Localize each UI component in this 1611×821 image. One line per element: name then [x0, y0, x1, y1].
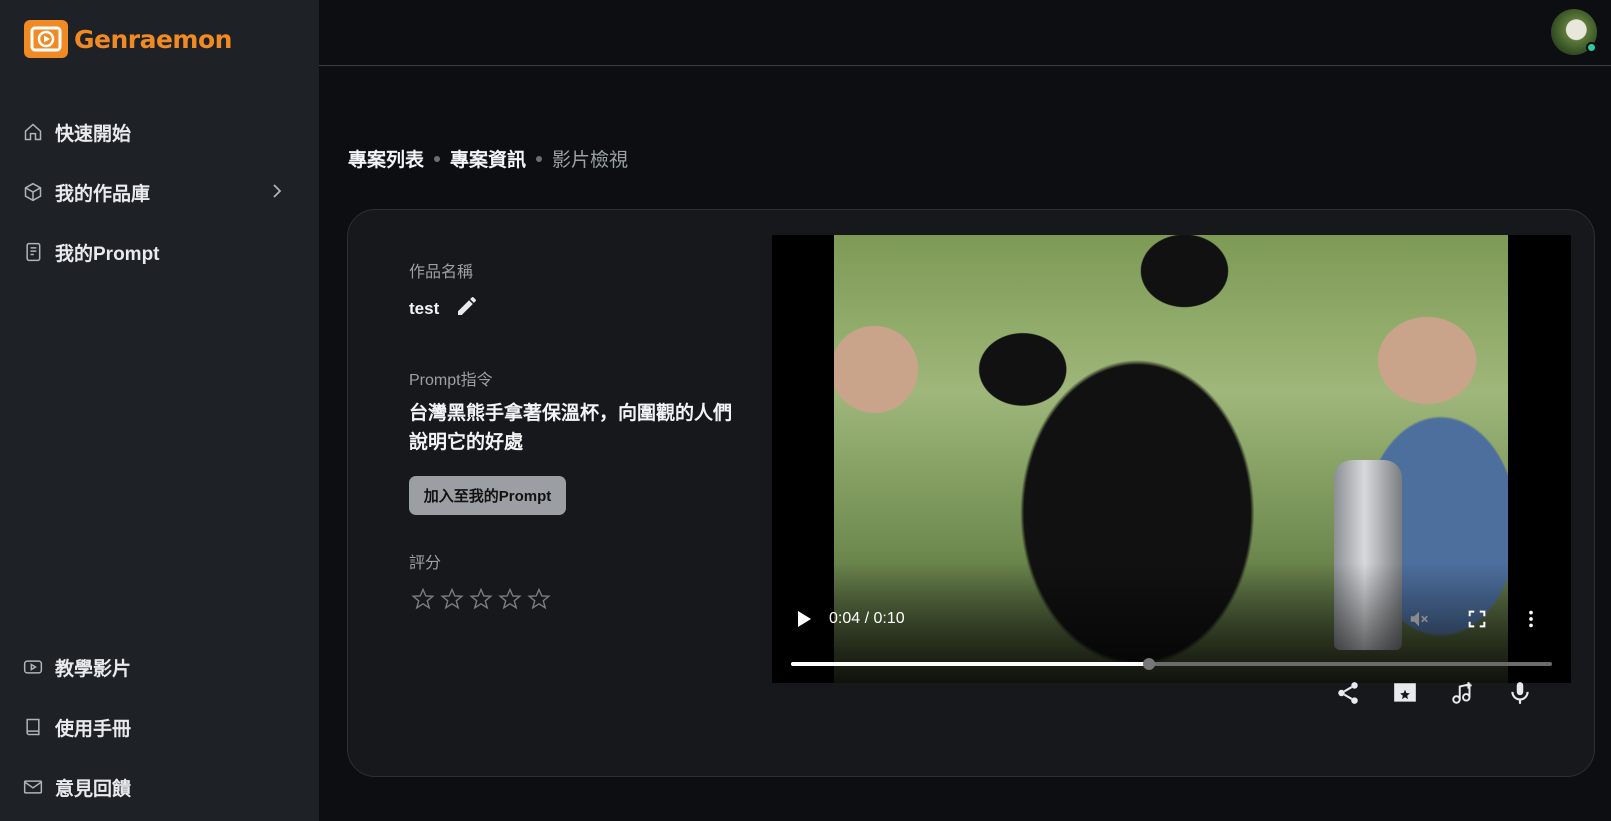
rating-stars[interactable] [408, 586, 553, 612]
breadcrumb-project-list[interactable]: 專案列表 [348, 145, 424, 172]
video-time: 0:04 / 0:10 [829, 610, 905, 627]
sidebar-item-label: 教學影片 [55, 658, 132, 680]
work-title: test [409, 298, 440, 318]
online-status-dot [1586, 42, 1597, 53]
rating-label: 評分 [409, 555, 442, 572]
video-progress-bar[interactable] [791, 658, 1552, 670]
sidebar-item-manual[interactable]: 使用手冊 [22, 711, 284, 743]
breadcrumb: 專案列表 專案資訊 影片檢視 [348, 145, 628, 172]
title-label: 作品名稱 [409, 264, 474, 281]
sidebar-item-library[interactable]: 我的作品庫 [22, 176, 284, 208]
breadcrumb-separator [434, 155, 441, 162]
video-controls: 0:04 / 0:10 [772, 600, 1571, 640]
title-row: test [409, 294, 479, 323]
logo-play-icon [24, 20, 68, 58]
sidebar-item-label: 快速開始 [55, 123, 132, 145]
mic-icon[interactable] [1505, 678, 1535, 708]
book-icon [22, 716, 44, 738]
home-icon [22, 121, 44, 143]
user-avatar[interactable] [1551, 9, 1597, 55]
fullscreen-icon[interactable] [1466, 608, 1488, 635]
video-progress-fill [791, 662, 1149, 666]
add-to-my-prompt-button[interactable]: 加入至我的Prompt [409, 476, 566, 515]
prompt-text: 台灣黑熊手拿著保溫杯，向圍觀的人們說明它的好處 [409, 403, 733, 453]
notebook-icon [22, 241, 44, 263]
app-logo[interactable]: Genraemon [24, 20, 232, 58]
breadcrumb-separator [536, 155, 543, 162]
sidebar-item-my-prompt[interactable]: 我的Prompt [22, 236, 284, 268]
video-player[interactable]: 0:04 / 0:10 [772, 235, 1571, 683]
pencil-icon[interactable] [455, 294, 479, 323]
sidebar-item-quick-start[interactable]: 快速開始 [22, 116, 284, 148]
sidebar-item-label: 意見回饋 [55, 778, 132, 800]
star-icon[interactable] [524, 586, 553, 612]
play-icon[interactable] [796, 610, 812, 633]
cube-icon [22, 181, 44, 203]
breadcrumb-project-info[interactable]: 專案資訊 [450, 145, 526, 172]
sidebar: Genraemon 快速開始 我的作品庫 我的Prompt 教學影片 使用手冊 [0, 0, 319, 821]
video-detail-card: 作品名稱 test Prompt指令 台灣黑熊手拿著保溫杯，向圍觀的人們說明它的… [347, 209, 1595, 777]
more-vertical-icon[interactable] [1520, 608, 1542, 635]
youtube-icon [22, 656, 44, 678]
prompt-label: Prompt指令 [409, 372, 493, 389]
top-bar [319, 0, 1611, 66]
app-name: Genraemon [74, 24, 232, 54]
star-icon[interactable] [437, 586, 466, 612]
video-progress-knob[interactable] [1142, 658, 1155, 670]
sidebar-item-feedback[interactable]: 意見回饋 [22, 771, 284, 803]
star-icon[interactable] [466, 586, 495, 612]
music-add-icon[interactable] [1448, 678, 1478, 708]
star-icon[interactable] [408, 586, 437, 612]
sidebar-item-label: 我的Prompt [55, 243, 160, 265]
sidebar-item-label: 我的作品庫 [55, 183, 151, 205]
volume-muted-icon[interactable] [1408, 608, 1430, 635]
sidebar-item-label: 使用手冊 [55, 718, 132, 740]
star-icon[interactable] [495, 586, 524, 612]
share-icon[interactable] [1333, 678, 1363, 708]
chevron-right-icon [270, 182, 284, 206]
mail-icon [22, 776, 44, 798]
breadcrumb-current: 影片檢視 [552, 150, 629, 171]
sidebar-item-tutorials[interactable]: 教學影片 [22, 651, 284, 683]
movie-edit-icon[interactable] [1390, 678, 1420, 708]
